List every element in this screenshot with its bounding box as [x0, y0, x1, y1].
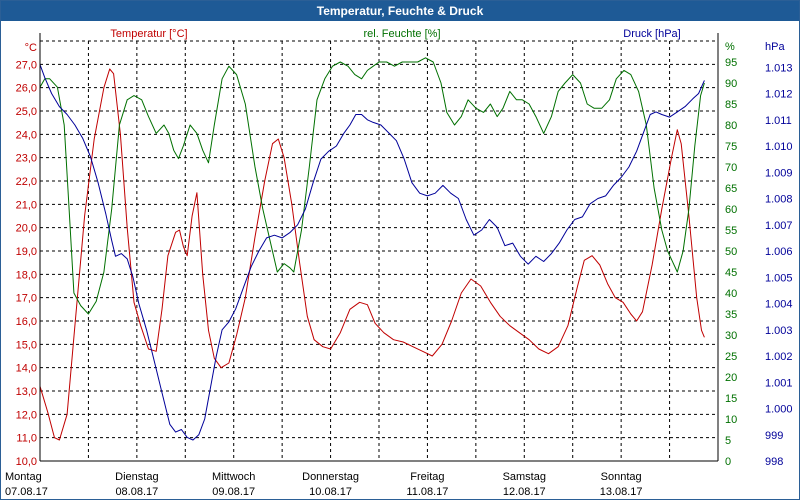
- right-tick-label: 1.004: [765, 299, 793, 311]
- middle-tick-label: 70: [725, 162, 737, 174]
- x-tick-date: 13.08.17: [600, 486, 643, 498]
- right-axis-unit: hPa: [765, 41, 785, 53]
- right-tick-label: 1.006: [765, 246, 793, 258]
- middle-tick-label: 65: [725, 183, 737, 195]
- left-tick-label: 18,0: [16, 269, 37, 281]
- right-tick-label: 1.005: [765, 272, 793, 284]
- middle-tick-label: 15: [725, 393, 737, 405]
- legend-entry: Druck [hPa]: [623, 28, 680, 40]
- x-tick-date: 07.08.17: [5, 486, 48, 498]
- left-tick-label: 11,0: [16, 433, 37, 445]
- middle-tick-label: 30: [725, 330, 737, 342]
- middle-tick-label: 0: [725, 456, 731, 468]
- left-tick-label: 24,0: [16, 129, 37, 141]
- left-tick-label: 10,0: [16, 456, 37, 468]
- x-tick-day: Samstag: [503, 471, 546, 483]
- middle-tick-label: 45: [725, 267, 737, 279]
- left-tick-label: 26,0: [16, 83, 37, 95]
- x-tick-day: Mittwoch: [212, 471, 255, 483]
- legend-entry: rel. Feuchte [%]: [363, 28, 440, 40]
- x-tick-day: Dienstag: [115, 471, 158, 483]
- right-tick-label: 1.013: [765, 62, 793, 74]
- weather-chart: 10,0 11,0 12,0 13,0 14,0 15,0 16,0 17,0 18,0 19,0…: [5, 28, 793, 498]
- left-tick-label: 23,0: [16, 153, 37, 165]
- left-tick-label: 20,0: [16, 223, 37, 235]
- middle-tick-label: 90: [725, 78, 737, 90]
- left-tick-label: 22,0: [16, 176, 37, 188]
- middle-tick-label: 25: [725, 351, 737, 363]
- middle-tick-label: 95: [725, 57, 737, 69]
- right-tick-label: 1.007: [765, 220, 793, 232]
- right-tick-label: 1.002: [765, 351, 793, 363]
- x-tick-date: 09.08.17: [212, 486, 255, 498]
- x-tick-day: Freitag: [410, 471, 444, 483]
- right-tick-label: 1.010: [765, 141, 793, 153]
- x-tick-date: 08.08.17: [115, 486, 158, 498]
- x-tick-day: Donnerstag: [302, 471, 359, 483]
- middle-tick-label: 80: [725, 120, 737, 132]
- right-tick-label: 1.012: [765, 89, 793, 101]
- x-tick-date: 12.08.17: [503, 486, 546, 498]
- right-tick-label: 998: [765, 456, 783, 468]
- series-line-pressure: [39, 64, 705, 441]
- right-tick-label: 1.009: [765, 167, 793, 179]
- middle-tick-label: 55: [725, 225, 737, 237]
- middle-tick-label: 60: [725, 204, 737, 216]
- left-tick-label: 12,0: [16, 409, 37, 421]
- x-tick-date: 11.08.17: [406, 486, 448, 498]
- left-tick-label: 27,0: [16, 59, 37, 71]
- right-tick-label: 1.011: [765, 115, 792, 127]
- middle-tick-label: 5: [725, 435, 731, 447]
- axis-labels: 10,0 11,0 12,0 13,0 14,0 15,0 16,0 17,0 18,0 19,0…: [5, 28, 793, 498]
- left-tick-label: 14,0: [16, 363, 37, 375]
- x-tick-date: 10.08.17: [309, 486, 352, 498]
- right-tick-label: 999: [765, 430, 783, 442]
- left-axis-unit: °C: [25, 42, 37, 54]
- middle-tick-label: 50: [725, 246, 737, 258]
- left-tick-label: 17,0: [16, 293, 37, 305]
- left-tick-label: 21,0: [16, 199, 37, 211]
- left-tick-label: 15,0: [16, 339, 37, 351]
- series-line-temperature: [39, 68, 705, 441]
- left-tick-label: 19,0: [16, 246, 37, 258]
- chart-window: Temperatur, Feuchte & Druck 10,0 11,0 12,0…: [0, 0, 800, 500]
- left-tick-label: 13,0: [16, 386, 37, 398]
- left-tick-label: 25,0: [16, 106, 37, 118]
- right-tick-label: 1.001: [765, 377, 793, 389]
- left-tick-label: 16,0: [16, 316, 37, 328]
- middle-tick-label: 75: [725, 141, 737, 153]
- middle-tick-label: 85: [725, 99, 737, 111]
- right-tick-label: 1.003: [765, 325, 793, 337]
- right-tick-label: 1.000: [765, 404, 793, 416]
- grid-lines: [40, 40, 718, 461]
- x-tick-day: Montag: [5, 471, 42, 483]
- series-lines: [39, 57, 705, 441]
- middle-tick-label: 10: [725, 414, 737, 426]
- middle-tick-label: 35: [725, 309, 737, 321]
- legend-entry: Temperatur [°C]: [110, 28, 187, 40]
- middle-tick-label: 20: [725, 372, 737, 384]
- middle-axis-unit: %: [725, 41, 735, 53]
- right-tick-label: 1.008: [765, 194, 793, 206]
- middle-tick-label: 40: [725, 288, 737, 300]
- x-tick-day: Sonntag: [601, 471, 642, 483]
